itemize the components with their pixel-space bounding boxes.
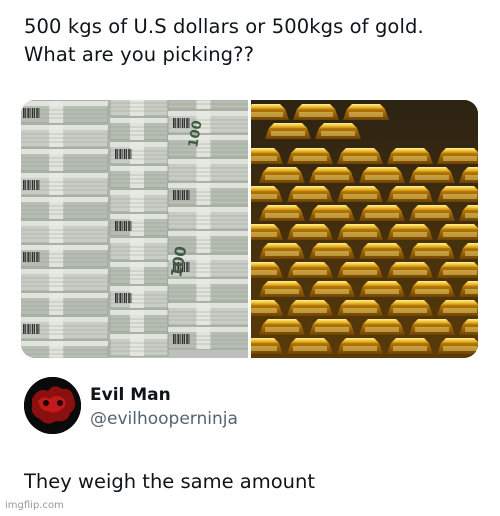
gold-bar	[387, 300, 433, 316]
money-brick	[21, 244, 109, 268]
money-stacks-illustration: 100 100	[21, 100, 248, 358]
money-brick	[167, 302, 248, 326]
money-brick	[167, 110, 248, 134]
gold-bar	[309, 319, 355, 335]
avatar-image	[24, 377, 81, 434]
money-brick	[167, 182, 248, 206]
money-brick	[21, 340, 109, 358]
money-brick	[109, 141, 169, 165]
money-brick	[109, 237, 169, 261]
gold-bar	[309, 281, 355, 297]
money-brick	[21, 148, 109, 172]
gold-bar	[259, 319, 305, 335]
gold-bar	[359, 167, 405, 183]
money-brick	[109, 285, 169, 309]
money-brick	[21, 220, 109, 244]
gold-bar	[359, 281, 405, 297]
gold-bar	[287, 262, 333, 278]
gold-bar	[287, 186, 333, 202]
gold-bars-image[interactable]	[251, 100, 478, 358]
post-text: 500 kgs of U.S dollars or 500kgs of gold…	[24, 13, 484, 69]
gold-bar	[259, 167, 305, 183]
gold-bar	[343, 104, 389, 120]
gold-bar	[309, 243, 355, 259]
avatar[interactable]	[24, 377, 81, 434]
money-brick	[167, 326, 248, 350]
gold-bar	[309, 167, 355, 183]
money-brick	[109, 261, 169, 285]
reply-display-name[interactable]: Evil Man	[90, 385, 171, 405]
gold-bar	[387, 262, 433, 278]
money-brick	[109, 100, 169, 117]
money-brick	[21, 172, 109, 196]
reply-handle[interactable]: @evilhooperninja	[90, 409, 238, 429]
gold-bar	[259, 205, 305, 221]
watermark: imgflip.com	[5, 500, 64, 511]
gold-bar	[409, 243, 455, 259]
gold-bar	[409, 319, 455, 335]
gold-bar	[409, 167, 455, 183]
gold-bar	[359, 243, 405, 259]
gold-bar	[309, 205, 355, 221]
money-brick	[21, 316, 109, 340]
gold-bar	[293, 104, 339, 120]
money-brick	[167, 158, 248, 182]
gold-bars-illustration	[251, 100, 478, 358]
media-grid[interactable]: 100 100	[21, 100, 478, 358]
gold-bar	[337, 148, 383, 164]
money-brick	[167, 100, 248, 110]
money-brick	[21, 124, 109, 148]
gold-bar	[337, 300, 383, 316]
gold-bar	[387, 148, 433, 164]
money-brick	[109, 213, 169, 237]
gold-bar	[287, 338, 333, 354]
reply-text: They weigh the same amount	[24, 470, 316, 493]
money-stacks-image[interactable]: 100 100	[21, 100, 248, 358]
gold-bar	[409, 281, 455, 297]
gold-bar	[287, 224, 333, 240]
gold-bar	[359, 319, 405, 335]
gold-bar	[337, 224, 383, 240]
money-brick	[167, 206, 248, 230]
money-brick	[109, 333, 169, 357]
gold-bar	[337, 262, 383, 278]
gold-bar	[337, 338, 383, 354]
post-line-1: 500 kgs of U.S dollars or 500kgs of gold…	[24, 15, 424, 38]
gold-bar	[387, 186, 433, 202]
money-brick	[21, 292, 109, 316]
gold-bar	[265, 123, 311, 139]
money-brick	[21, 268, 109, 292]
post-line-2: What are you picking??	[24, 43, 255, 66]
gold-bar	[287, 300, 333, 316]
money-brick	[109, 189, 169, 213]
gold-bar	[387, 338, 433, 354]
gold-bar	[315, 123, 361, 139]
money-brick	[21, 196, 109, 220]
money-brick	[109, 165, 169, 189]
gold-bar	[359, 205, 405, 221]
gold-bar	[259, 281, 305, 297]
gold-bar	[409, 205, 455, 221]
gold-bar	[387, 224, 433, 240]
money-brick	[167, 278, 248, 302]
gold-bar	[337, 186, 383, 202]
money-brick	[109, 117, 169, 141]
gold-bar	[259, 243, 305, 259]
money-brick	[109, 309, 169, 333]
gold-bar	[287, 148, 333, 164]
money-brick	[167, 134, 248, 158]
money-brick	[21, 100, 109, 124]
